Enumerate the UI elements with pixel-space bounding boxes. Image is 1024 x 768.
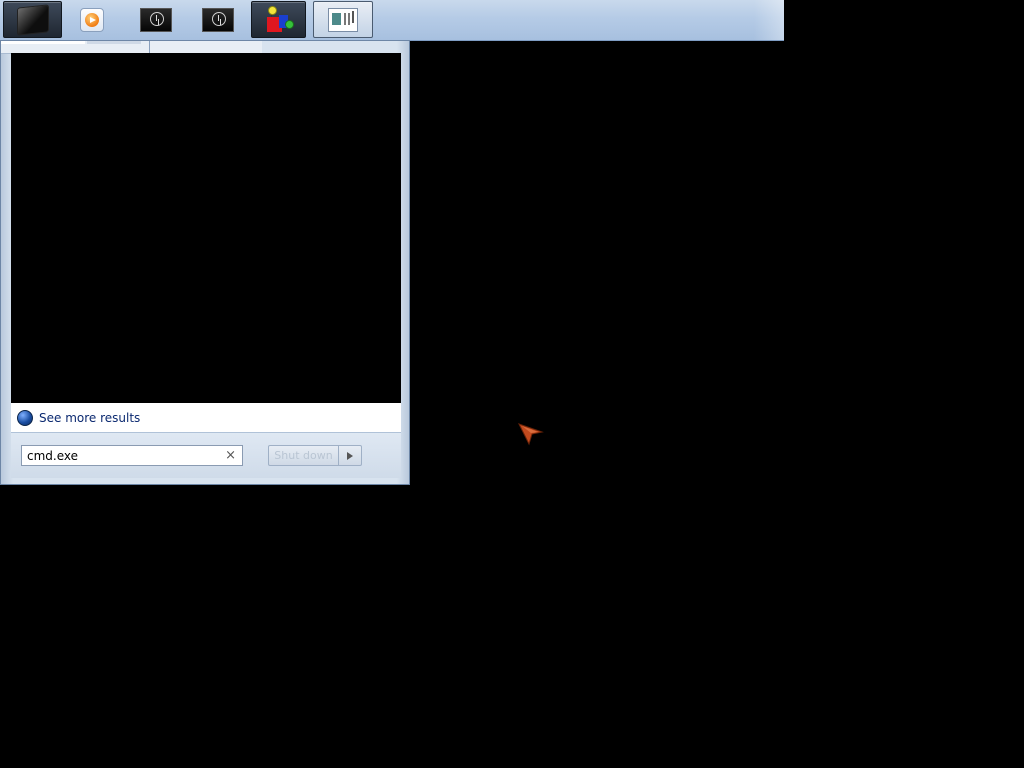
mouse-cursor-icon — [518, 423, 544, 446]
search-results-area — [11, 53, 401, 403]
taskbar — [0, 0, 784, 41]
globe-icon — [17, 409, 33, 426]
shutdown-label: Shut down — [274, 449, 333, 462]
see-more-results-label: See more results — [39, 410, 141, 425]
monitor-icon — [17, 4, 48, 35]
search-row: × Shut down — [11, 432, 401, 478]
see-more-results-link[interactable]: See more results — [11, 403, 401, 432]
start-menu: See more results × Shut down — [0, 40, 410, 485]
search-input[interactable] — [27, 448, 217, 463]
taskbar-button-clock-2[interactable] — [190, 1, 246, 38]
document-icon — [328, 7, 358, 32]
search-box[interactable]: × — [21, 445, 243, 466]
clock-icon — [140, 7, 172, 32]
shapes-icon — [265, 5, 294, 34]
clear-icon[interactable]: × — [225, 448, 236, 463]
media-player-icon — [80, 7, 104, 32]
taskbar-button-media-player[interactable] — [66, 1, 118, 38]
taskbar-edge — [754, 0, 784, 40]
taskbar-button-clock-1[interactable] — [128, 1, 184, 38]
taskbar-button-monitor[interactable] — [3, 1, 62, 38]
clock-icon — [202, 7, 234, 32]
taskbar-button-shapes[interactable] — [251, 1, 306, 38]
taskbar-button-document[interactable] — [313, 1, 373, 38]
chevron-right-icon[interactable] — [338, 446, 361, 465]
shutdown-button[interactable]: Shut down — [268, 445, 362, 466]
